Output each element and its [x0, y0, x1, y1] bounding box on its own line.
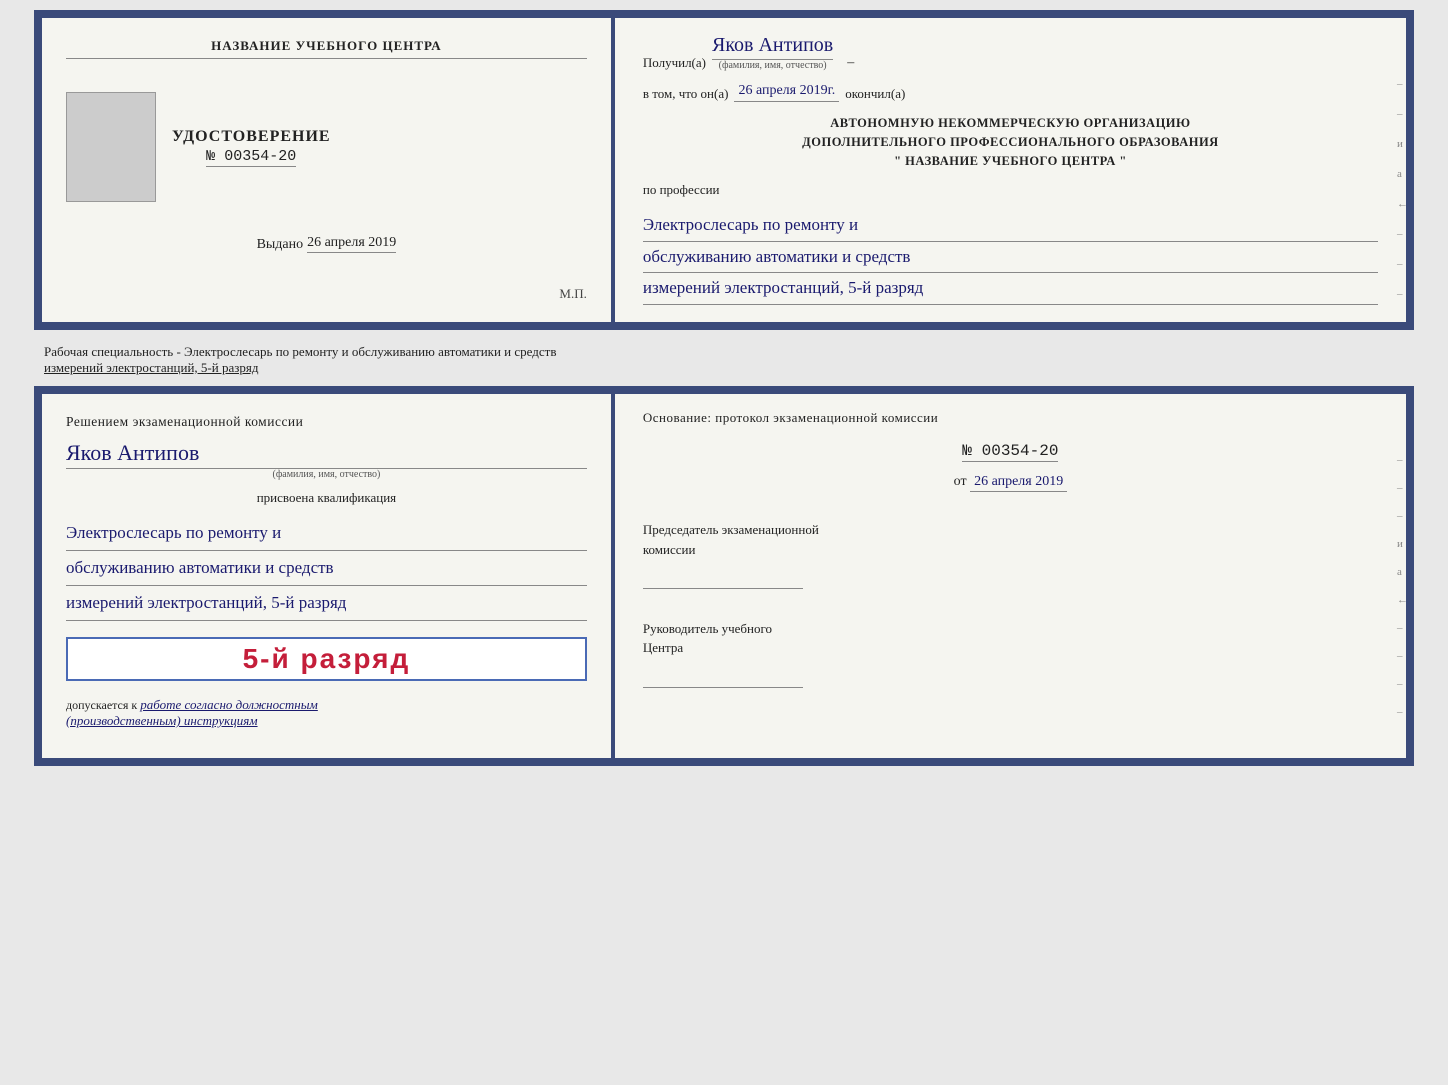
qual-line1: Электрослесарь по ремонту и	[66, 516, 587, 551]
document-container: НАЗВАНИЕ УЧЕБНОГО ЦЕНТРА УДОСТОВЕРЕНИЕ №…	[34, 10, 1414, 766]
poluchil-label: Получил(а)	[643, 55, 706, 71]
fio-subtitle-bottom: (фамилия, имя, отчество)	[66, 469, 587, 480]
rukovoditel-label2: Центра	[643, 638, 1378, 658]
side-dashes-top: – – и а ← – – –	[1397, 78, 1408, 300]
org-name-quote: " НАЗВАНИЕ УЧЕБНОГО ЦЕНТРА "	[643, 152, 1378, 171]
org-line1: АВТОНОМНУЮ НЕКОММЕРЧЕСКУЮ ОРГАНИЗАЦИЮ	[643, 114, 1378, 133]
predsedatel-label: Председатель экзаменационной	[643, 520, 1378, 540]
vtom-row: в том, что он(а) 26 апреля 2019г. окончи…	[643, 83, 1378, 102]
fio-subtitle-top: (фамилия, имя, отчество)	[712, 60, 833, 71]
cert-bottom: Решением экзаменационной комиссии Яков А…	[34, 386, 1414, 766]
rukovoditel-signature-line	[643, 664, 803, 688]
fio-name-large: Яков Антипов	[66, 440, 587, 469]
qual-line3: измерений электростанций, 5-й разряд	[66, 586, 587, 621]
protocol-block: № 00354-20	[643, 442, 1378, 462]
cert-bottom-left: Решением экзаменационной комиссии Яков А…	[42, 394, 615, 758]
vtom-date: 26 апреля 2019г.	[734, 83, 839, 102]
profession-block: Электрослесарь по ремонту и обслуживанию…	[643, 210, 1378, 305]
school-name-top: НАЗВАНИЕ УЧЕБНОГО ЦЕНТРА	[66, 38, 587, 59]
predsedatel-block: Председатель экзаменационной комиссии	[643, 520, 1378, 595]
udostoverenie-block: УДОСТОВЕРЕНИЕ № 00354-20	[172, 128, 331, 167]
cert-number-top: № 00354-20	[206, 148, 296, 167]
photo-placeholder	[66, 92, 156, 202]
poluchil-row: Получил(а) Яков Антипов (фамилия, имя, о…	[643, 34, 1378, 71]
middle-text-line1: Рабочая специальность - Электрослесарь п…	[44, 344, 556, 359]
profession-line2: обслуживанию автоматики и средств	[643, 242, 1378, 274]
resheniem-text: Решением экзаменационной комиссии	[66, 414, 587, 430]
profession-line3: измерений электростанций, 5-й разряд	[643, 273, 1378, 305]
cert-top-left: НАЗВАНИЕ УЧЕБНОГО ЦЕНТРА УДОСТОВЕРЕНИЕ №…	[42, 18, 615, 322]
predsedatel-label2: комиссии	[643, 540, 1378, 560]
dash-top: –	[847, 55, 854, 71]
left-main-area: УДОСТОВЕРЕНИЕ № 00354-20	[66, 92, 587, 202]
ot-label: от	[954, 474, 967, 489]
protocol-number: № 00354-20	[962, 442, 1058, 462]
dopuskaetsya-row: допускается к работе согласно должностны…	[66, 697, 587, 729]
po-professii: по профессии	[643, 182, 1378, 198]
cert-top-right: Получил(а) Яков Антипов (фамилия, имя, о…	[615, 18, 1406, 322]
org-line2: ДОПОЛНИТЕЛЬНОГО ПРОФЕССИОНАЛЬНОГО ОБРАЗО…	[643, 133, 1378, 152]
rukovoditel-block: Руководитель учебного Центра	[643, 619, 1378, 694]
cert-bottom-right: Основание: протокол экзаменационной коми…	[615, 394, 1406, 758]
razryad-text: 5-й разряд	[243, 643, 411, 674]
predsedatel-signature-line	[643, 565, 803, 589]
org-block: АВТОНОМНУЮ НЕКОММЕРЧЕСКУЮ ОРГАНИЗАЦИЮ ДО…	[643, 114, 1378, 170]
vydano-label: Выдано	[257, 237, 304, 253]
qual-line2: обслуживанию автоматики и средств	[66, 551, 587, 586]
poluchil-name-block: Яков Антипов (фамилия, имя, отчество)	[712, 34, 833, 71]
vtom-prefix: в том, что он(а)	[643, 86, 729, 102]
middle-text-line2: измерений электростанций, 5-й разряд	[44, 360, 258, 375]
fio-block-bottom: Яков Антипов (фамилия, имя, отчество)	[66, 440, 587, 480]
rukovoditel-label: Руководитель учебного	[643, 619, 1378, 639]
side-dashes-bottom: – – – и а ← – – – –	[1397, 454, 1408, 718]
profession-line1: Электрослесарь по ремонту и	[643, 210, 1378, 242]
mp-label: М.П.	[559, 286, 586, 302]
middle-text-block: Рабочая специальность - Электрослесарь п…	[34, 338, 1414, 378]
udostoverenie-title: УДОСТОВЕРЕНИЕ	[172, 128, 331, 146]
ot-date-val: 26 апреля 2019	[970, 474, 1067, 492]
qualification-block: Электрослесарь по ремонту и обслуживанию…	[66, 516, 587, 621]
dopuskaetsya-italic: работе согласно должностным	[140, 697, 318, 712]
osnovanie-text: Основание: протокол экзаменационной коми…	[643, 410, 1378, 426]
recipient-name: Яков Антипов	[712, 34, 833, 60]
prisvoena-text: присвоена квалификация	[66, 490, 587, 506]
vydano-date: 26 апреля 2019	[307, 235, 396, 253]
dopuskaetsya-italic2: (производственным) инструкциям	[66, 713, 258, 728]
ot-date-row: от 26 апреля 2019	[643, 474, 1378, 492]
razryad-badge: 5-й разряд	[66, 637, 587, 681]
okonchil-label: окончил(а)	[845, 86, 905, 102]
vydano-row: Выдано 26 апреля 2019	[257, 235, 397, 253]
cert-top: НАЗВАНИЕ УЧЕБНОГО ЦЕНТРА УДОСТОВЕРЕНИЕ №…	[34, 10, 1414, 330]
dopuskaetsya-prefix: допускается к	[66, 698, 137, 712]
